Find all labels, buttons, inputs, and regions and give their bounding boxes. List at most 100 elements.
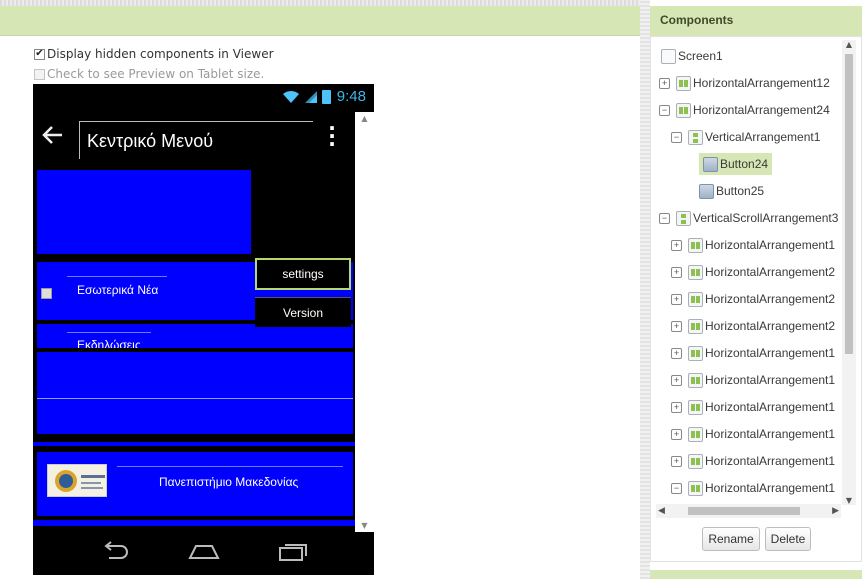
expand-icon[interactable]: + <box>671 320 682 332</box>
tablet-preview-checkbox[interactable] <box>34 68 45 80</box>
tree-node[interactable]: − VerticalArrangement1 <box>671 126 820 148</box>
status-time: 9:48 <box>336 88 366 105</box>
tree-node-label: HorizontalArrangement2 <box>705 292 836 306</box>
expand-icon[interactable]: + <box>659 77 670 89</box>
expand-icon[interactable]: + <box>671 401 682 413</box>
components-title: Components <box>650 6 862 36</box>
viewer-scrollbar[interactable]: ▲ ▼ <box>355 112 374 532</box>
components-panel: Components Screen1 + HorizontalArrangement… <box>650 6 862 562</box>
collapse-icon[interactable]: − <box>671 482 682 494</box>
news-label: Εσωτερικά Νέα <box>77 283 159 297</box>
panel-divider[interactable] <box>640 0 650 579</box>
tree-node[interactable]: + HorizontalArrangement2 <box>671 288 835 310</box>
expand-icon[interactable]: + <box>671 347 682 359</box>
tablet-preview-label: Check to see Preview on Tablet size. <box>47 67 265 81</box>
news-checkbox[interactable] <box>41 288 52 299</box>
tree-node-label: HorizontalArrangement1 <box>705 373 836 387</box>
empty-arrangement <box>37 352 353 434</box>
display-hidden-checkbox[interactable]: ✔ <box>34 48 45 60</box>
horizontal-arrangement-icon <box>688 237 703 253</box>
tablet-preview-option[interactable]: Check to see Preview on Tablet size. <box>34 67 264 81</box>
signal-icon <box>304 90 317 103</box>
components-tree: Screen1 + HorizontalArrangement12 − Horizont… <box>651 37 841 505</box>
horizontal-arrangement-icon <box>688 426 703 442</box>
overflow-menu-icon[interactable]: · · · <box>327 118 337 154</box>
tree-node-label: HorizontalArrangement1 <box>705 346 836 360</box>
vertical-arrangement-icon <box>676 210 691 226</box>
scroll-up-icon[interactable]: ▲ <box>355 114 374 123</box>
expand-icon[interactable]: + <box>671 374 682 386</box>
university-arrangement[interactable]: Πανεπιστήμιο Μακεδονίας <box>37 452 353 516</box>
nav-back-icon[interactable] <box>101 540 129 569</box>
tree-node[interactable]: + HorizontalArrangement2 <box>671 315 835 337</box>
horizontal-arrangement-icon <box>676 75 691 91</box>
tree-node[interactable]: + HorizontalArrangement2 <box>671 261 835 283</box>
tree-node[interactable]: + HorizontalArrangement1 <box>671 342 835 364</box>
version-button[interactable]: Version <box>255 297 351 327</box>
scroll-thumb[interactable] <box>688 507 800 515</box>
status-bar: 9:48 <box>33 84 374 110</box>
collapse-icon[interactable]: − <box>671 131 682 143</box>
tree-node[interactable]: + HorizontalArrangement1 <box>671 450 835 472</box>
expand-icon[interactable]: + <box>671 428 682 440</box>
display-hidden-option[interactable]: ✔ Display hidden components in Viewer <box>34 47 274 61</box>
tree-horizontal-scrollbar[interactable]: ◀ ▶ <box>656 504 841 518</box>
tree-node[interactable]: − HorizontalArrangement1 <box>671 477 835 499</box>
wifi-icon <box>282 90 299 103</box>
horizontal-arrangement-icon <box>688 345 703 361</box>
scroll-down-icon[interactable]: ▼ <box>842 496 856 505</box>
horizontal-arrangement-icon <box>688 453 703 469</box>
scroll-left-icon[interactable]: ◀ <box>658 504 665 518</box>
settings-button[interactable]: settings <box>255 258 351 290</box>
divider <box>67 332 151 333</box>
collapse-icon[interactable]: − <box>659 212 670 224</box>
expand-icon[interactable]: + <box>671 455 682 467</box>
horizontal-arrangement-icon <box>688 291 703 307</box>
tree-node-label: HorizontalArrangement1 <box>705 400 836 414</box>
button-component-icon <box>703 156 718 172</box>
separator-bar <box>33 442 355 446</box>
tree-node-label: Screen1 <box>678 49 723 63</box>
nav-home-icon[interactable] <box>188 540 220 569</box>
scroll-right-icon[interactable]: ▶ <box>832 504 839 518</box>
expand-icon[interactable]: + <box>671 266 682 278</box>
tree-node-label: HorizontalArrangement24 <box>693 103 830 117</box>
status-icons: 9:48 <box>282 88 366 105</box>
tree-node[interactable]: + HorizontalArrangement1 <box>671 396 835 418</box>
vertical-arrangement-icon <box>688 129 703 145</box>
tree-node[interactable]: Screen1 <box>661 45 723 67</box>
tree-node[interactable]: + HorizontalArrangement1 <box>671 234 835 256</box>
tree-vertical-scrollbar[interactable]: ▲ ▼ <box>842 40 856 505</box>
tree-node-label: Button24 <box>720 157 769 171</box>
properties-header <box>650 570 862 579</box>
tree-node[interactable]: + HorizontalArrangement1 <box>671 423 835 445</box>
viewer-header <box>0 0 640 36</box>
scroll-down-icon[interactable]: ▼ <box>355 521 374 530</box>
tree-node-label: HorizontalArrangement1 <box>705 481 836 495</box>
tree-node[interactable]: − HorizontalArrangement24 <box>659 99 830 121</box>
scroll-up-icon[interactable]: ▲ <box>842 40 856 49</box>
separator-bar <box>33 520 355 526</box>
tree-node-label: HorizontalArrangement12 <box>693 76 830 90</box>
events-label: Εκδηλώσεις <box>77 338 141 348</box>
rename-button[interactable]: Rename <box>702 527 760 551</box>
tree-node[interactable]: Button24 <box>699 153 773 175</box>
scroll-thumb[interactable] <box>845 54 853 354</box>
collapse-icon[interactable]: − <box>659 104 670 116</box>
expand-icon[interactable]: + <box>671 293 682 305</box>
screen-title: Κεντρικό Μενού <box>79 121 313 159</box>
tree-node[interactable]: − VerticalScrollArrangement3 <box>659 207 838 229</box>
tree-node[interactable]: + HorizontalArrangement1 <box>671 369 835 391</box>
university-label: Πανεπιστήμιο Μακεδονίας <box>159 475 299 489</box>
back-arrow-icon[interactable] <box>38 122 68 152</box>
horizontal-arrangement-icon <box>688 399 703 415</box>
university-logo <box>47 464 107 497</box>
nav-bar <box>33 532 374 575</box>
tree-node-label: HorizontalArrangement2 <box>705 265 836 279</box>
delete-button[interactable]: Delete <box>765 527 811 551</box>
nav-recents-icon[interactable] <box>278 540 308 569</box>
tree-node[interactable]: + HorizontalArrangement12 <box>659 72 830 94</box>
expand-icon[interactable]: + <box>671 239 682 251</box>
tree-node[interactable]: Button25 <box>699 180 764 202</box>
app-inventor-designer: ✔ Display hidden components in Viewer Ch… <box>0 0 862 579</box>
